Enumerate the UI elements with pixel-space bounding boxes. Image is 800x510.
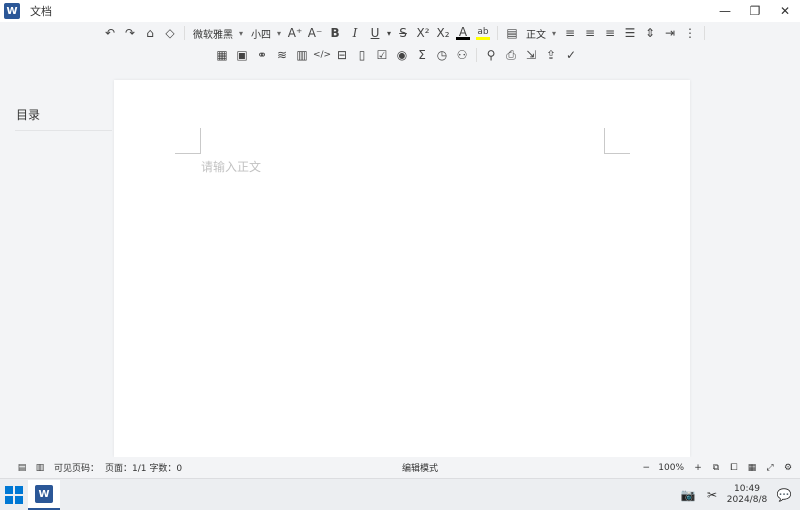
format-painter-icon[interactable]: ⌂ xyxy=(140,24,160,42)
strikethrough-icon[interactable]: S xyxy=(393,24,413,42)
clock-time: 10:49 xyxy=(734,484,760,494)
editor-mode[interactable]: 编辑模式 xyxy=(402,461,438,474)
word-logo-icon: W xyxy=(4,3,20,19)
horizontal-rule-icon[interactable]: ≋ xyxy=(272,46,292,64)
separator xyxy=(476,48,477,62)
search-icon[interactable]: ⚲ xyxy=(481,46,501,64)
visible-pages-label: 可见页码： xyxy=(54,464,100,474)
chart-icon[interactable]: ⚇ xyxy=(452,46,472,64)
radio-icon[interactable]: ◉ xyxy=(392,46,412,64)
page-info: 页面：1/1 字数：0 xyxy=(105,464,183,474)
align-left-icon[interactable]: ≡ xyxy=(560,24,580,42)
clock-date: 2024/8/8 xyxy=(726,495,768,505)
share-icon[interactable]: ⇪ xyxy=(541,46,561,64)
clear-format-icon[interactable]: ◇ xyxy=(160,24,180,42)
toolbar-row-1: ↶ ↷ ⌂ ◇ 微软雅黑 ▾ 小四 ▾ A⁺ A⁻ B I U ▾ S X² X₂ … xyxy=(0,22,800,44)
link-icon[interactable]: ⚭ xyxy=(252,46,272,64)
export-icon[interactable]: ⇲ xyxy=(521,46,541,64)
paragraph-style-select[interactable]: 正文 ▾ xyxy=(522,24,560,42)
align-right-icon[interactable]: ≡ xyxy=(600,24,620,42)
editor-page[interactable]: 请输入正文 xyxy=(114,80,690,457)
toc-sidebar: 目录 xyxy=(0,80,112,456)
table-icon[interactable]: ▦ xyxy=(212,46,232,64)
gear-icon[interactable]: ⚙ xyxy=(780,460,796,476)
status-bar: ▤ ▥ 可见页码： 页面：1/1 字数：0 编辑模式 − 100% + ⧉ ⧠ … xyxy=(0,457,800,478)
restore-button[interactable]: ❐ xyxy=(740,0,770,22)
windows-start-icon[interactable] xyxy=(4,485,24,505)
scissors-icon[interactable]: ✂ xyxy=(704,487,720,503)
italic-icon[interactable]: I xyxy=(345,24,365,42)
code-block-icon[interactable]: ⊟ xyxy=(332,46,352,64)
line-height-icon[interactable]: ⇕ xyxy=(640,24,660,42)
font-size-select[interactable]: 小四 ▾ xyxy=(247,24,285,42)
zoom-out-icon[interactable]: − xyxy=(638,460,654,476)
checkbox-icon[interactable]: ☑ xyxy=(372,46,392,64)
formula-icon[interactable]: Σ xyxy=(412,46,432,64)
bold-icon[interactable]: B xyxy=(325,24,345,42)
margin-corner-mark xyxy=(175,128,201,154)
zoom-level[interactable]: 100% xyxy=(658,463,684,473)
chevron-down-icon[interactable]: ▾ xyxy=(385,24,393,42)
redo-icon[interactable]: ↷ xyxy=(120,24,140,42)
title-bar: W 文档 — ❐ ✕ xyxy=(0,0,800,22)
list-icon[interactable]: ⋮ xyxy=(680,24,700,42)
camera-icon[interactable]: 📷 xyxy=(680,487,696,503)
fullscreen-icon[interactable]: ⤢ xyxy=(762,460,778,476)
font-color-icon[interactable]: A xyxy=(453,24,473,42)
highlight-icon[interactable]: ab xyxy=(473,24,493,42)
chevron-down-icon: ▾ xyxy=(277,28,282,38)
date-icon[interactable]: ◷ xyxy=(432,46,452,64)
catalog-icon[interactable]: ▤ xyxy=(14,460,30,476)
notification-icon[interactable]: 💬 xyxy=(776,487,792,503)
close-button[interactable]: ✕ xyxy=(770,0,800,22)
page-icon[interactable]: ▥ xyxy=(292,46,312,64)
align-center-icon[interactable]: ≡ xyxy=(580,24,600,42)
increase-font-icon[interactable]: A⁺ xyxy=(285,24,305,42)
superscript-icon[interactable]: X² xyxy=(413,24,433,42)
done-icon[interactable]: ✓ xyxy=(561,46,581,64)
page-break-icon[interactable]: ▯ xyxy=(352,46,372,64)
decrease-font-icon[interactable]: A⁻ xyxy=(305,24,325,42)
divider xyxy=(15,130,112,131)
separator xyxy=(704,26,706,40)
separator xyxy=(497,26,499,40)
undo-icon[interactable]: ↶ xyxy=(100,24,120,42)
taskbar: W 📷 ✂ 10:49 2024/8/8 💬 xyxy=(0,478,800,510)
zoom-controls: − 100% + ⧉ ⧠ ▦ ⤢ ⚙ xyxy=(636,459,796,476)
indent-icon[interactable]: ⇥ xyxy=(660,24,680,42)
justify-icon[interactable]: ☰ xyxy=(620,24,640,42)
zoom-in-icon[interactable]: + xyxy=(690,460,706,476)
paper-direction-icon[interactable]: ▦ xyxy=(744,460,760,476)
margin-corner-mark xyxy=(604,128,630,154)
paper-size-icon[interactable]: ⧠ xyxy=(726,460,742,476)
window-title: 文档 xyxy=(30,5,52,18)
toc-title: 目录 xyxy=(16,108,41,122)
underline-icon[interactable]: U xyxy=(365,24,385,42)
page-scale-icon[interactable]: ⧉ xyxy=(708,460,724,476)
window-controls: — ❐ ✕ xyxy=(710,0,800,22)
page-mode-icon[interactable]: ▥ xyxy=(32,460,48,476)
system-clock[interactable]: 10:49 2024/8/8 xyxy=(722,484,772,506)
minimize-button[interactable]: — xyxy=(710,0,740,22)
print-icon[interactable]: ⎙ xyxy=(501,46,521,64)
editor-placeholder[interactable]: 请输入正文 xyxy=(201,158,261,175)
chevron-down-icon: ▾ xyxy=(552,28,557,38)
toolbar-row-2: ▦ ▣ ⚭ ≋ ▥ </> ⊟ ▯ ☑ ◉ Σ ◷ ⚇ ⚲ ⎙ ⇲ ⇪ ✓ xyxy=(0,44,800,66)
subscript-icon[interactable]: X₂ xyxy=(433,24,453,42)
word-taskbar-button[interactable]: W xyxy=(28,480,60,510)
chevron-down-icon: ▾ xyxy=(239,28,244,38)
image-icon[interactable]: ▣ xyxy=(232,46,252,64)
paragraph-style-icon: ▤ xyxy=(506,26,518,40)
font-family-select[interactable]: 微软雅黑 ▾ xyxy=(189,24,247,42)
code-icon[interactable]: </> xyxy=(312,46,332,64)
word-logo-icon: W xyxy=(35,485,53,503)
separator xyxy=(184,26,185,40)
